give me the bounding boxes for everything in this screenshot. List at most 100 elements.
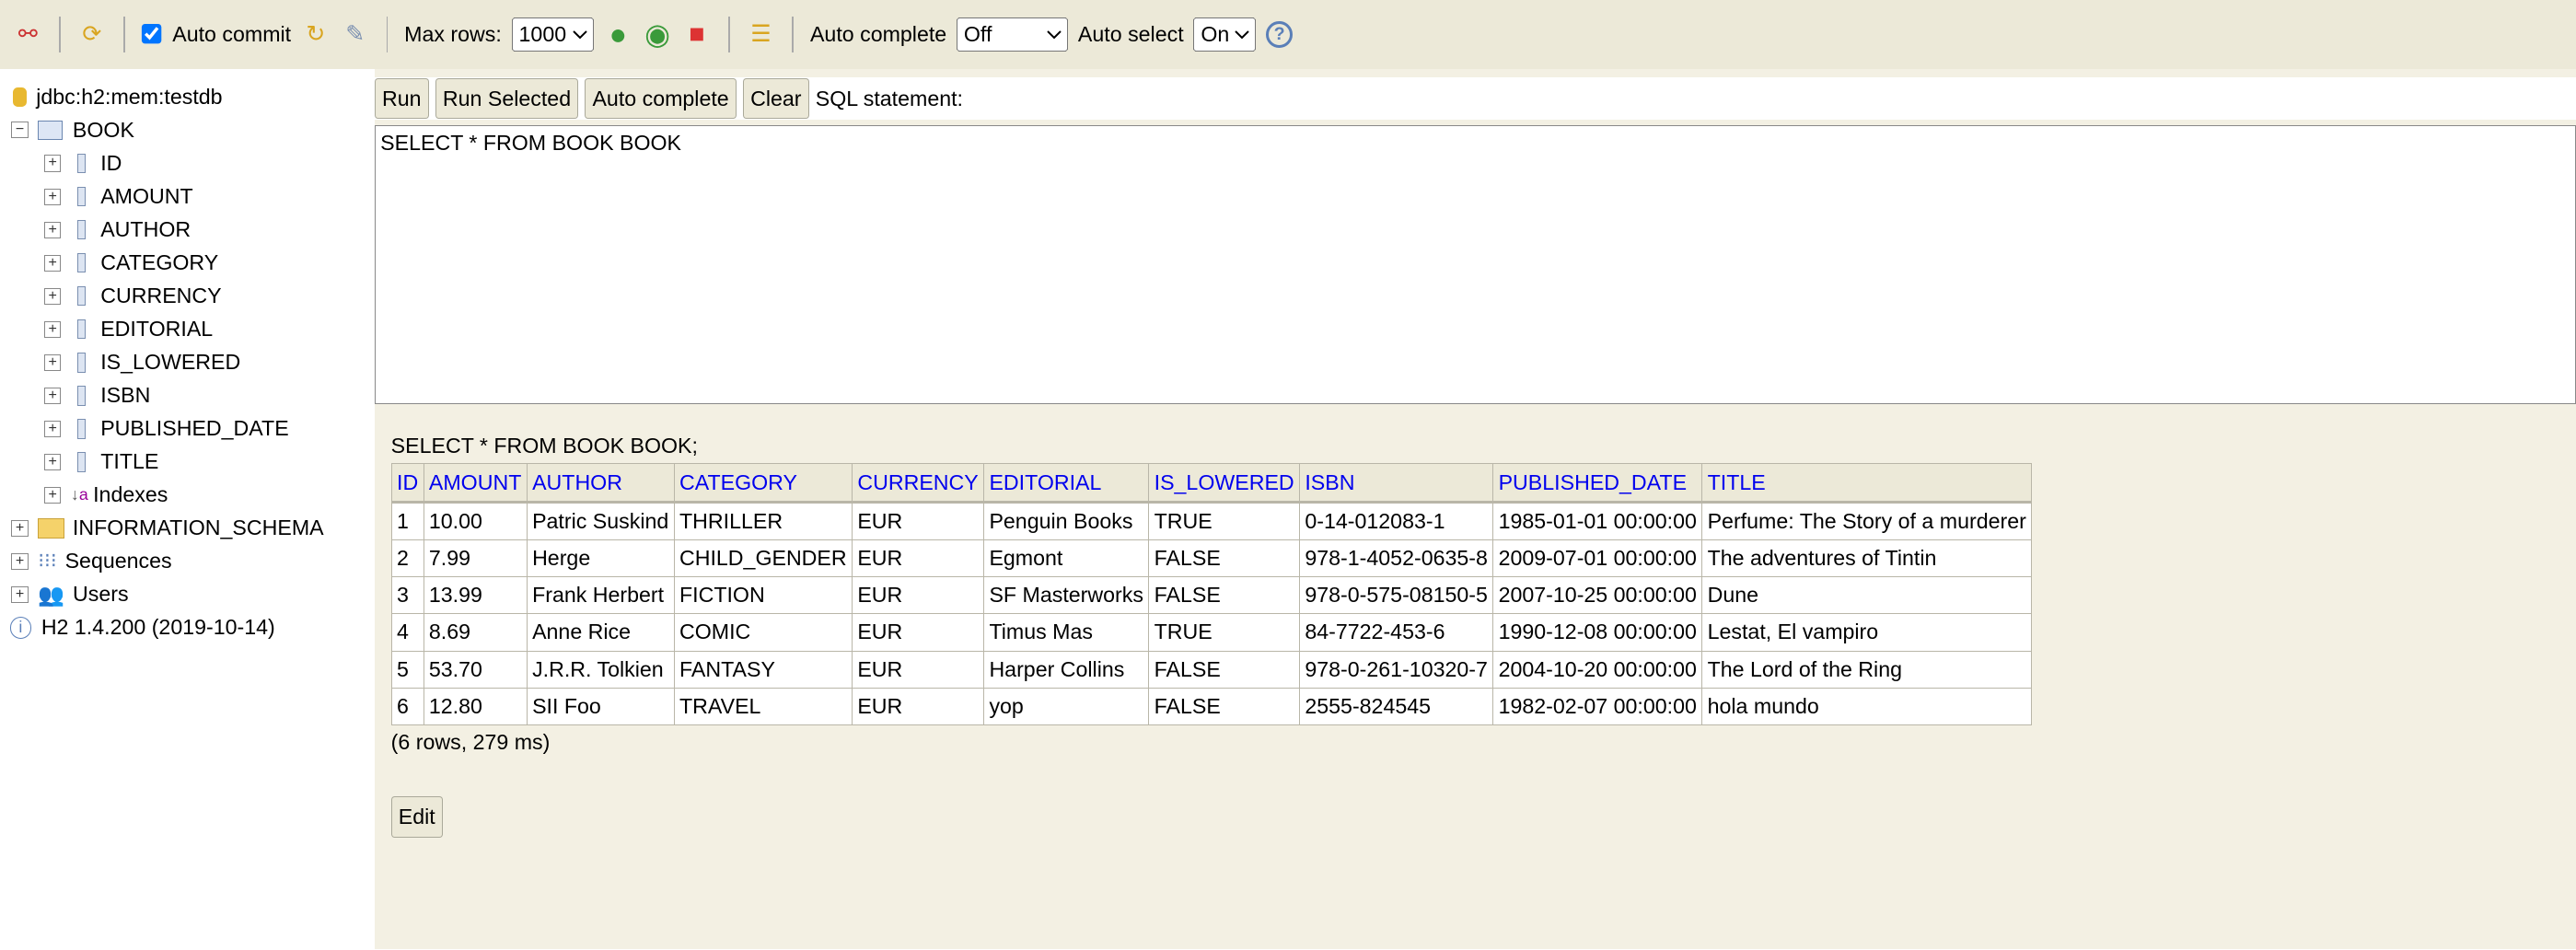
table-cell: 1 xyxy=(390,501,424,540)
sql-statement-label: SQL statement: xyxy=(815,86,963,110)
column-header[interactable]: IS_LOWERED xyxy=(1148,463,1301,504)
clear-button[interactable]: Clear xyxy=(742,77,809,120)
column-header[interactable]: AUTHOR xyxy=(526,463,675,504)
tree-column[interactable]: + AMOUNT xyxy=(0,180,375,214)
column-header[interactable]: CATEGORY xyxy=(673,463,853,504)
tree-sequences[interactable]: + ⁝⁝⁝ Sequences xyxy=(0,545,375,578)
auto-select-select[interactable]: On xyxy=(1193,17,1257,52)
table-cell: Herge xyxy=(526,539,675,578)
separator xyxy=(792,16,795,53)
expand-icon[interactable]: + xyxy=(44,321,62,338)
auto-complete-button[interactable]: Auto complete xyxy=(585,77,737,120)
table-cell: EUR xyxy=(851,539,985,578)
tree-users[interactable]: + 👥 Users xyxy=(0,578,375,611)
table-cell: 13.99 xyxy=(423,576,528,615)
expand-icon[interactable]: + xyxy=(44,254,62,272)
column-header[interactable]: ID xyxy=(390,463,424,504)
commit-icon[interactable]: ↻ xyxy=(301,19,331,49)
tree-column[interactable]: + CURRENCY xyxy=(0,280,375,313)
expand-icon[interactable]: + xyxy=(11,586,29,603)
table-cell: 7.99 xyxy=(423,539,528,578)
table-row: 4 8.69 Anne Rice COMIC EUR Timus Mas TRUE 84-77… xyxy=(390,613,2033,652)
column-header[interactable]: PUBLISHED_DATE xyxy=(1492,463,1703,504)
tree-column[interactable]: + IS_LOWERED xyxy=(0,346,375,379)
refresh-icon[interactable]: ⟳ xyxy=(77,19,107,49)
sql-editor[interactable]: SELECT * FROM BOOK BOOK xyxy=(374,124,2576,404)
expand-icon[interactable]: + xyxy=(44,454,62,470)
table-row: 6 12.80 SII Foo TRAVEL EUR yop FALSE 2555-82454… xyxy=(390,687,2033,726)
tree-column[interactable]: + EDITORIAL xyxy=(0,313,375,346)
table-cell: EUR xyxy=(851,501,985,540)
table-cell: 978-1-4052-0635-8 xyxy=(1299,539,1494,578)
tree-column[interactable]: + ISBN xyxy=(0,379,375,412)
table-cell: 10.00 xyxy=(423,501,528,540)
table-cell: Perfume: The Story of a murderer xyxy=(1701,501,2033,540)
table-cell: 2 xyxy=(390,539,424,578)
run-selected-icon[interactable]: ◉ xyxy=(643,19,672,49)
table-cell: THRILLER xyxy=(673,501,853,540)
max-rows-select[interactable]: 1000 xyxy=(511,17,594,52)
table-cell: The Lord of the Ring xyxy=(1701,650,2033,689)
column-header[interactable]: EDITORIAL xyxy=(983,463,1150,504)
edit-button[interactable]: Edit xyxy=(390,796,443,838)
run-selected-button[interactable]: Run Selected xyxy=(435,77,579,120)
disconnect-icon[interactable]: ⚯ xyxy=(13,19,42,49)
max-rows-label: Max rows: xyxy=(404,21,502,46)
expand-icon[interactable]: + xyxy=(44,388,62,404)
table-cell: Anne Rice xyxy=(526,613,675,652)
result-summary: (6 rows, 279 ms) xyxy=(390,730,551,755)
table-cell: 1982-02-07 00:00:00 xyxy=(1492,687,1703,726)
table-cell: 5 xyxy=(390,650,424,689)
expand-icon[interactable]: + xyxy=(44,487,62,504)
table-cell: FICTION xyxy=(673,576,853,615)
tree-column[interactable]: + ID xyxy=(0,146,375,180)
auto-commit-checkbox[interactable] xyxy=(141,23,163,46)
table-cell: Harper Collins xyxy=(983,650,1150,689)
table-cell: FANTASY xyxy=(673,650,853,689)
history-icon[interactable]: ☰ xyxy=(746,19,775,49)
column-header[interactable]: AMOUNT xyxy=(423,463,528,504)
run-icon[interactable]: ● xyxy=(603,19,632,49)
info-icon: i xyxy=(9,617,32,639)
tree-table-book[interactable]: − BOOK xyxy=(0,113,375,146)
collapse-icon[interactable]: − xyxy=(11,122,29,139)
tree-schema[interactable]: + INFORMATION_SCHEMA xyxy=(0,512,375,545)
help-icon[interactable]: ? xyxy=(1266,20,1294,49)
tree-indexes[interactable]: + ↓a Indexes xyxy=(0,479,375,512)
table-cell: Timus Mas xyxy=(983,613,1150,652)
expand-icon[interactable]: + xyxy=(44,221,62,238)
schema-tree: jdbc:h2:mem:testdb − BOOK + ID + AMOUNT + AUTH… xyxy=(0,68,375,950)
column-label: PUBLISHED_DATE xyxy=(100,416,289,441)
expand-icon[interactable]: + xyxy=(44,188,62,205)
tree-column[interactable]: + TITLE xyxy=(0,446,375,479)
column-header[interactable]: ISBN xyxy=(1299,463,1494,504)
column-label: ID xyxy=(100,151,122,175)
tree-column[interactable]: + AUTHOR xyxy=(0,214,375,247)
tree-column[interactable]: + PUBLISHED_DATE xyxy=(0,412,375,446)
expand-icon[interactable]: + xyxy=(11,520,29,537)
expand-icon[interactable]: + xyxy=(44,354,62,371)
table-cell: TRAVEL xyxy=(673,687,853,726)
table-cell: 12.80 xyxy=(423,687,528,726)
rollback-icon[interactable]: ✎ xyxy=(341,19,370,49)
table-row: 2 7.99 Herge CHILD_GENDER EUR Egmont FALSE 978-… xyxy=(390,539,2033,578)
table-cell: Frank Herbert xyxy=(526,576,675,615)
expand-icon[interactable]: + xyxy=(44,421,62,437)
expand-icon[interactable]: + xyxy=(11,553,29,570)
expand-icon[interactable]: + xyxy=(44,155,62,172)
table-cell: 8.69 xyxy=(423,613,528,652)
sequences-label: Sequences xyxy=(64,549,172,573)
column-header[interactable]: TITLE xyxy=(1701,463,2033,504)
auto-complete-select[interactable]: Off xyxy=(956,17,1069,52)
table-cell: 978-0-575-08150-5 xyxy=(1299,576,1494,615)
stop-icon[interactable]: ■ xyxy=(682,19,712,49)
tree-column[interactable]: + CATEGORY xyxy=(0,247,375,280)
column-icon xyxy=(77,319,87,340)
run-button[interactable]: Run xyxy=(374,77,429,120)
expand-icon[interactable]: + xyxy=(44,287,62,305)
column-header[interactable]: CURRENCY xyxy=(851,463,985,504)
tree-connection[interactable]: jdbc:h2:mem:testdb xyxy=(0,80,375,113)
table-cell: Lestat, El vampiro xyxy=(1701,613,2033,652)
auto-commit-label: Auto commit xyxy=(172,21,292,46)
table-cell: 53.70 xyxy=(423,650,528,689)
